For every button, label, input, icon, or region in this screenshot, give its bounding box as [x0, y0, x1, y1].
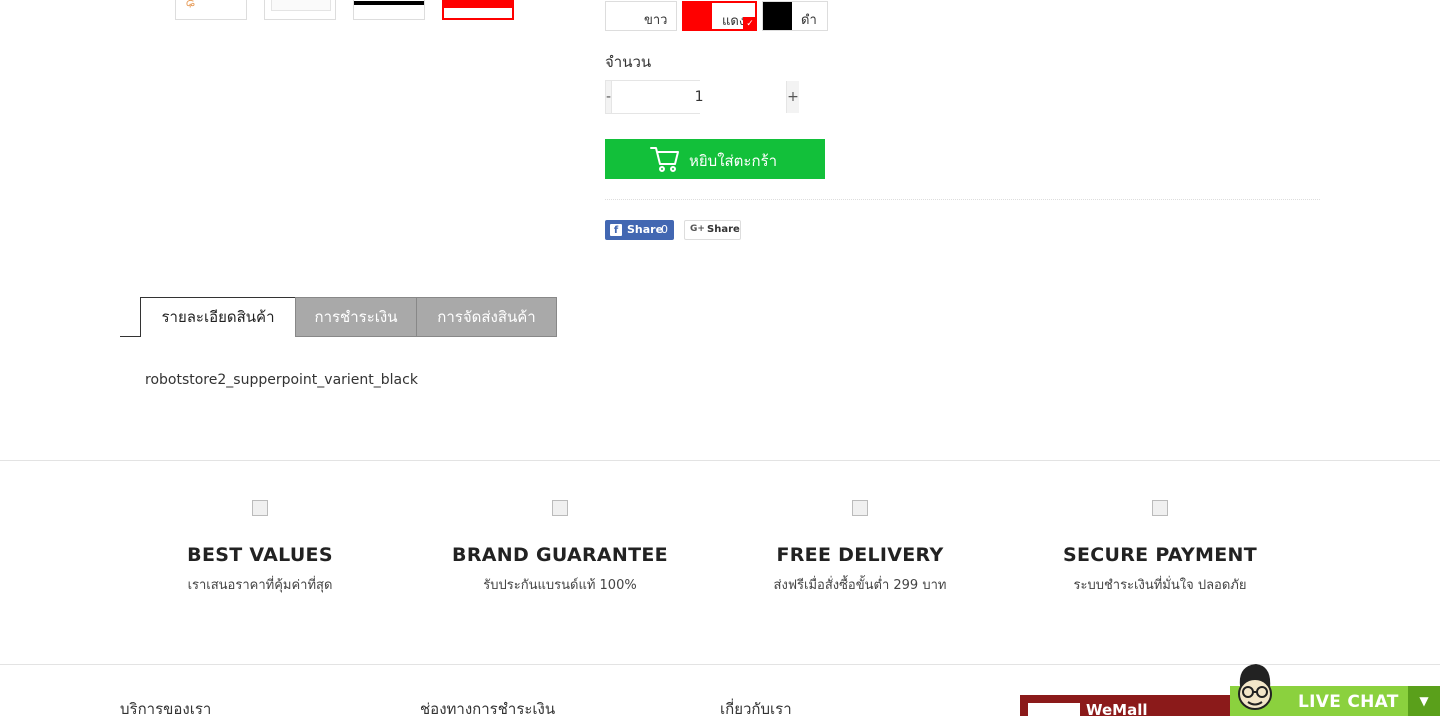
- color-chip: [684, 3, 712, 29]
- color-option-white[interactable]: ขาว: [605, 1, 677, 31]
- facebook-page-widget[interactable]: WeMall: [1020, 695, 1250, 716]
- footer-heading-about-us: เกี่ยวกับเรา: [720, 700, 792, 716]
- product-description: robotstore2_supperpoint_varient_black: [145, 372, 418, 388]
- tab-shipping[interactable]: การจัดส่งสินค้า: [416, 297, 557, 337]
- footer-divider: [0, 664, 1440, 665]
- feature-subtitle: เราเสนอราคาที่คุ้มค่าที่สุด: [187, 578, 333, 593]
- feature-secure-payment: SECURE PAYMENT ระบบชำระเงินที่มั่นใจ ปลอ…: [1010, 500, 1310, 595]
- thumbnail-image: [444, 0, 512, 8]
- tab-product-details[interactable]: รายละเอียดสินค้า: [140, 297, 296, 337]
- product-thumbnail-4-selected[interactable]: [442, 0, 514, 20]
- product-thumbnail-2[interactable]: [264, 0, 336, 20]
- add-to-cart-button[interactable]: หยิบใส่ตะกร้า: [605, 139, 825, 179]
- chevron-down-icon[interactable]: ▼: [1408, 686, 1440, 716]
- google-plus-share-button[interactable]: G+ Share: [684, 220, 741, 240]
- color-chip: [606, 2, 635, 30]
- feature-free-delivery: FREE DELIVERY ส่งฟรีเมื่อสั่งซื้อขั้นต่ำ…: [710, 500, 1010, 595]
- tab-underline: [120, 336, 141, 337]
- feature-title: SECURE PAYMENT: [1062, 544, 1258, 566]
- feature-subtitle: ระบบชำระเงินที่มั่นใจ ปลอดภัย: [1073, 578, 1247, 593]
- thumbnail-image: ఢ: [186, 0, 195, 9]
- cart-icon: [650, 147, 679, 172]
- broken-image-icon: [252, 500, 268, 516]
- page-logo: [1028, 703, 1080, 716]
- broken-image-icon: [552, 500, 568, 516]
- quantity-input[interactable]: [611, 81, 788, 113]
- color-option-label: ดำ: [801, 13, 817, 28]
- section-divider: [0, 460, 1440, 461]
- footer-heading-payment-channels: ช่องทางการชำระเงิน: [420, 700, 556, 716]
- divider: [605, 199, 1320, 200]
- quantity-label: จำนวน: [605, 53, 652, 71]
- feature-best-values: BEST VALUES เราเสนอราคาที่คุ้มค่าที่สุด: [110, 500, 410, 595]
- google-plus-share-label: Share: [707, 224, 740, 235]
- live-chat-label: LIVE CHAT: [1298, 692, 1399, 712]
- add-to-cart-label: หยิบใส่ตะกร้า: [689, 152, 778, 170]
- selected-check-icon: ✓: [743, 17, 757, 31]
- color-option-label: ขาว: [644, 13, 668, 28]
- broken-image-icon: [852, 500, 868, 516]
- quantity-stepper: - +: [605, 80, 799, 114]
- feature-subtitle: รับประกันแบรนด์แท้ 100%: [483, 578, 637, 593]
- facebook-icon: f: [610, 224, 622, 236]
- facebook-share-label: Share: [627, 223, 664, 236]
- color-option-label: แดง: [722, 14, 746, 29]
- chat-mascot-icon: [1238, 664, 1272, 710]
- footer-heading-services: บริการของเรา: [120, 700, 212, 716]
- feature-brand-guarantee: BRAND GUARANTEE รับประกันแบรนด์แท้ 100%: [410, 500, 710, 595]
- thumbnail-image: [354, 1, 424, 5]
- product-thumbnail-3[interactable]: [353, 0, 425, 20]
- quantity-increase-button[interactable]: +: [787, 81, 799, 113]
- color-option-red[interactable]: แดง ✓: [682, 1, 757, 31]
- color-chip: [763, 2, 792, 30]
- facebook-share-count: 0: [661, 223, 668, 236]
- feature-title: BEST VALUES: [187, 544, 333, 566]
- color-option-black[interactable]: ดำ: [762, 1, 828, 31]
- facebook-share-button[interactable]: f Share 0: [605, 220, 674, 240]
- facebook-page-name: WeMall: [1086, 701, 1148, 716]
- google-plus-icon: G+: [690, 224, 705, 234]
- feature-subtitle: ส่งฟรีเมื่อสั่งซื้อขั้นต่ำ 299 บาท: [773, 578, 947, 593]
- feature-title: FREE DELIVERY: [776, 544, 944, 566]
- tab-payment[interactable]: การชำระเงิน: [295, 297, 417, 337]
- product-thumbnail-1[interactable]: ఢ: [175, 0, 247, 20]
- thumbnail-image: [271, 0, 331, 11]
- broken-image-icon: [1152, 500, 1168, 516]
- feature-title: BRAND GUARANTEE: [452, 544, 668, 566]
